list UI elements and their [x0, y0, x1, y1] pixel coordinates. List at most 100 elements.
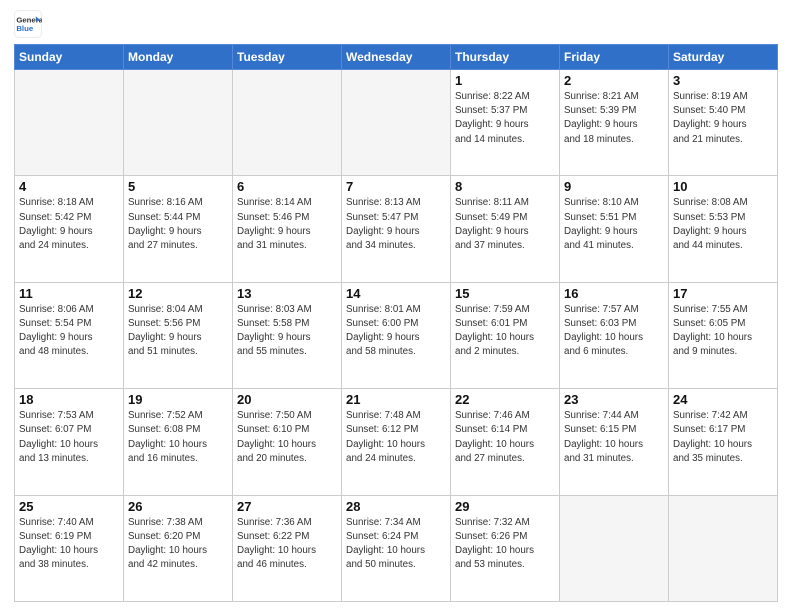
day-number: 10 — [673, 179, 773, 194]
day-info: Sunrise: 8:18 AMSunset: 5:42 PMDaylight:… — [19, 196, 119, 253]
day-cell — [124, 70, 233, 176]
day-info: Sunrise: 7:42 AMSunset: 6:17 PMDaylight:… — [673, 409, 773, 466]
day-number: 24 — [673, 392, 773, 407]
day-cell: 26Sunrise: 7:38 AMSunset: 6:20 PMDayligh… — [124, 495, 233, 601]
day-cell: 25 Sunrise: 7:40 AMSunset: 6:19 PMDayligh… — [15, 495, 124, 601]
day-cell: 8 Sunrise: 8:11 AMSunset: 5:49 PMDaylight… — [451, 176, 560, 282]
week-row-0: 1 Sunrise: 8:22 AMSunset: 5:37 PMDaylight… — [15, 70, 778, 176]
day-cell: 24 Sunrise: 7:42 AMSunset: 6:17 PMDayligh… — [669, 389, 778, 495]
day-number: 15 — [455, 286, 555, 301]
day-cell: 16Sunrise: 7:57 AMSunset: 6:03 PMDayligh… — [560, 282, 669, 388]
day-number: 21 — [346, 392, 446, 407]
day-cell — [15, 70, 124, 176]
day-info: Sunrise: 8:03 AMSunset: 5:58 PMDaylight:… — [237, 303, 337, 360]
day-info: Sunrise: 8:10 AMSunset: 5:51 PMDaylight:… — [564, 196, 664, 253]
day-info: Sunrise: 8:11 AMSunset: 5:49 PMDaylight:… — [455, 196, 555, 253]
day-cell: 4 Sunrise: 8:18 AMSunset: 5:42 PMDaylight… — [15, 176, 124, 282]
day-info: Sunrise: 7:46 AMSunset: 6:14 PMDaylight:… — [455, 409, 555, 466]
day-cell: 9 Sunrise: 8:10 AMSunset: 5:51 PMDaylight… — [560, 176, 669, 282]
day-cell — [342, 70, 451, 176]
weekday-header-saturday: Saturday — [669, 45, 778, 70]
week-row-2: 11 Sunrise: 8:06 AMSunset: 5:54 PMDayligh… — [15, 282, 778, 388]
week-row-3: 18Sunrise: 7:53 AMSunset: 6:07 PMDayligh… — [15, 389, 778, 495]
weekday-header-friday: Friday — [560, 45, 669, 70]
day-cell: 17 Sunrise: 7:55 AMSunset: 6:05 PMDayligh… — [669, 282, 778, 388]
day-cell: 11 Sunrise: 8:06 AMSunset: 5:54 PMDayligh… — [15, 282, 124, 388]
day-number: 11 — [19, 286, 119, 301]
calendar-table: SundayMondayTuesdayWednesdayThursdayFrid… — [14, 44, 778, 602]
day-cell: 18Sunrise: 7:53 AMSunset: 6:07 PMDayligh… — [15, 389, 124, 495]
day-info: Sunrise: 7:50 AMSunset: 6:10 PMDaylight:… — [237, 409, 337, 466]
day-info: Sunrise: 8:01 AMSunset: 6:00 PMDaylight:… — [346, 303, 446, 360]
day-number: 3 — [673, 73, 773, 88]
day-cell: 14Sunrise: 8:01 AMSunset: 6:00 PMDayligh… — [342, 282, 451, 388]
day-cell — [560, 495, 669, 601]
day-cell: 3 Sunrise: 8:19 AMSunset: 5:40 PMDaylight… — [669, 70, 778, 176]
day-number: 25 — [19, 499, 119, 514]
weekday-header-row: SundayMondayTuesdayWednesdayThursdayFrid… — [15, 45, 778, 70]
day-info: Sunrise: 7:59 AMSunset: 6:01 PMDaylight:… — [455, 303, 555, 360]
day-info: Sunrise: 8:04 AMSunset: 5:56 PMDaylight:… — [128, 303, 228, 360]
day-number: 13 — [237, 286, 337, 301]
day-info: Sunrise: 7:55 AMSunset: 6:05 PMDaylight:… — [673, 303, 773, 360]
day-number: 29 — [455, 499, 555, 514]
week-row-4: 25 Sunrise: 7:40 AMSunset: 6:19 PMDayligh… — [15, 495, 778, 601]
day-number: 7 — [346, 179, 446, 194]
day-number: 22 — [455, 392, 555, 407]
day-cell: 20 Sunrise: 7:50 AMSunset: 6:10 PMDayligh… — [233, 389, 342, 495]
day-cell: 10Sunrise: 8:08 AMSunset: 5:53 PMDayligh… — [669, 176, 778, 282]
top-bar: General Blue — [14, 10, 778, 38]
day-info: Sunrise: 7:32 AMSunset: 6:26 PMDaylight:… — [455, 516, 555, 573]
day-cell — [669, 495, 778, 601]
day-info: Sunrise: 8:06 AMSunset: 5:54 PMDaylight:… — [19, 303, 119, 360]
day-number: 1 — [455, 73, 555, 88]
day-cell: 28 Sunrise: 7:34 AMSunset: 6:24 PMDayligh… — [342, 495, 451, 601]
day-info: Sunrise: 7:40 AMSunset: 6:19 PMDaylight:… — [19, 516, 119, 573]
day-cell: 7Sunrise: 8:13 AMSunset: 5:47 PMDaylight… — [342, 176, 451, 282]
day-info: Sunrise: 7:52 AMSunset: 6:08 PMDaylight:… — [128, 409, 228, 466]
logo: General Blue — [14, 10, 44, 38]
day-info: Sunrise: 8:22 AMSunset: 5:37 PMDaylight:… — [455, 90, 555, 147]
day-cell: 1 Sunrise: 8:22 AMSunset: 5:37 PMDaylight… — [451, 70, 560, 176]
day-number: 23 — [564, 392, 664, 407]
day-number: 4 — [19, 179, 119, 194]
day-cell: 15 Sunrise: 7:59 AMSunset: 6:01 PMDayligh… — [451, 282, 560, 388]
day-cell: 29 Sunrise: 7:32 AMSunset: 6:26 PMDayligh… — [451, 495, 560, 601]
day-number: 28 — [346, 499, 446, 514]
day-info: Sunrise: 7:44 AMSunset: 6:15 PMDaylight:… — [564, 409, 664, 466]
day-info: Sunrise: 7:36 AMSunset: 6:22 PMDaylight:… — [237, 516, 337, 573]
weekday-header-wednesday: Wednesday — [342, 45, 451, 70]
day-number: 9 — [564, 179, 664, 194]
day-cell: 19 Sunrise: 7:52 AMSunset: 6:08 PMDayligh… — [124, 389, 233, 495]
day-info: Sunrise: 8:21 AMSunset: 5:39 PMDaylight:… — [564, 90, 664, 147]
day-info: Sunrise: 8:19 AMSunset: 5:40 PMDaylight:… — [673, 90, 773, 147]
day-number: 27 — [237, 499, 337, 514]
day-number: 19 — [128, 392, 228, 407]
day-cell: 21Sunrise: 7:48 AMSunset: 6:12 PMDayligh… — [342, 389, 451, 495]
day-cell: 13 Sunrise: 8:03 AMSunset: 5:58 PMDayligh… — [233, 282, 342, 388]
day-number: 16 — [564, 286, 664, 301]
svg-text:Blue: Blue — [16, 24, 34, 33]
page: General Blue SundayMondayTuesdayWednesda… — [0, 0, 792, 612]
day-number: 8 — [455, 179, 555, 194]
day-number: 20 — [237, 392, 337, 407]
day-cell: 27 Sunrise: 7:36 AMSunset: 6:22 PMDayligh… — [233, 495, 342, 601]
weekday-header-sunday: Sunday — [15, 45, 124, 70]
day-number: 5 — [128, 179, 228, 194]
day-number: 6 — [237, 179, 337, 194]
day-cell: 12 Sunrise: 8:04 AMSunset: 5:56 PMDayligh… — [124, 282, 233, 388]
weekday-header-thursday: Thursday — [451, 45, 560, 70]
day-cell: 5 Sunrise: 8:16 AMSunset: 5:44 PMDaylight… — [124, 176, 233, 282]
day-number: 12 — [128, 286, 228, 301]
day-cell: 2Sunrise: 8:21 AMSunset: 5:39 PMDaylight… — [560, 70, 669, 176]
day-number: 17 — [673, 286, 773, 301]
day-info: Sunrise: 8:14 AMSunset: 5:46 PMDaylight:… — [237, 196, 337, 253]
day-info: Sunrise: 7:34 AMSunset: 6:24 PMDaylight:… — [346, 516, 446, 573]
day-cell — [233, 70, 342, 176]
day-cell: 23 Sunrise: 7:44 AMSunset: 6:15 PMDayligh… — [560, 389, 669, 495]
week-row-1: 4 Sunrise: 8:18 AMSunset: 5:42 PMDaylight… — [15, 176, 778, 282]
weekday-header-tuesday: Tuesday — [233, 45, 342, 70]
day-cell: 22 Sunrise: 7:46 AMSunset: 6:14 PMDayligh… — [451, 389, 560, 495]
day-info: Sunrise: 7:38 AMSunset: 6:20 PMDaylight:… — [128, 516, 228, 573]
day-info: Sunrise: 8:16 AMSunset: 5:44 PMDaylight:… — [128, 196, 228, 253]
